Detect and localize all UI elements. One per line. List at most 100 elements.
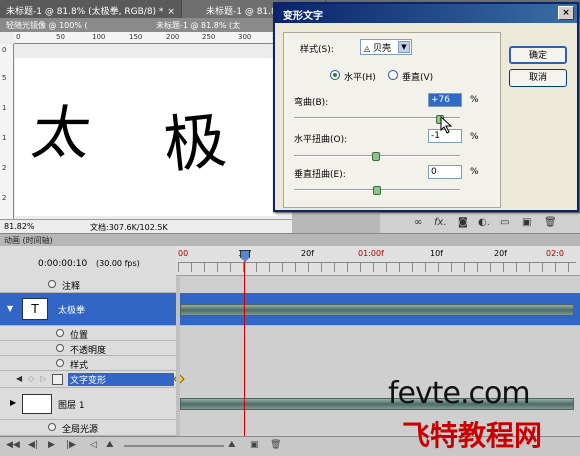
trash-icon[interactable]: 🗑 xyxy=(270,440,281,450)
style-select[interactable]: ◬ 贝壳 ▼ xyxy=(360,39,412,55)
row-label: 太极拳 xyxy=(58,306,86,316)
tab-active-document[interactable]: 未标题-1 @ 81.8% (太极拳, RGB/8) * × xyxy=(0,0,182,18)
style-label: 样式(S): xyxy=(300,45,334,55)
stopwatch-icon[interactable] xyxy=(48,423,56,431)
vertical-distortion-label: 垂直扭曲(E): xyxy=(294,170,346,180)
layer-row-comments[interactable]: 注释 xyxy=(0,277,176,293)
tick-label: 10f xyxy=(430,249,443,258)
timeline-ticks xyxy=(178,262,576,272)
next-keyframe-icon[interactable]: ▷ xyxy=(40,374,46,383)
frame-rate: (30.00 fps) xyxy=(96,259,140,268)
property-row-opacity[interactable]: 不透明度 xyxy=(0,341,176,356)
tick-label: 20f xyxy=(494,249,507,258)
bend-label: 弯曲(B): xyxy=(294,98,329,108)
add-keyframe-icon[interactable]: ◇ xyxy=(28,374,34,383)
horizontal-radio[interactable] xyxy=(330,70,340,80)
first-frame-icon[interactable]: ◀◀ xyxy=(6,440,20,450)
ruler-label: 150 xyxy=(129,33,143,41)
chevron-down-icon[interactable]: ▼ xyxy=(7,304,13,313)
link-icon[interactable]: ∞ xyxy=(414,217,422,228)
stopwatch-icon[interactable] xyxy=(56,344,64,352)
watermark-site: 飞特教程网 xyxy=(402,419,543,452)
tab-label: 未标题-1 @ 81.8% (太极拳, RGB/8) * xyxy=(6,7,164,17)
new-frame-icon[interactable]: ▣ xyxy=(250,440,259,450)
row-label: 文字变形 xyxy=(68,373,174,386)
cancel-button[interactable]: 取消 xyxy=(509,69,567,87)
row-label: 位置 xyxy=(70,331,89,341)
close-icon[interactable]: × xyxy=(167,7,175,17)
timeline-title: 动画 (时间轴) xyxy=(4,236,53,245)
layer-thumbnail xyxy=(22,394,52,414)
vertical-radio[interactable] xyxy=(388,70,398,80)
tab-label: 轻随光镜像 @ 100% ( xyxy=(6,21,88,30)
canvas-char-tai: 太 xyxy=(27,99,96,167)
vertical-distortion-input[interactable]: 0 xyxy=(428,165,462,179)
zoom-level[interactable]: 81.82% xyxy=(4,222,35,231)
ok-button[interactable]: 确定 xyxy=(509,46,567,64)
percent-label: % xyxy=(470,95,479,105)
stopwatch-icon[interactable] xyxy=(56,359,64,367)
row-label: 样式 xyxy=(70,361,89,371)
folder-icon[interactable]: ▭ xyxy=(500,217,509,228)
chevron-right-icon[interactable]: ▶ xyxy=(10,398,16,407)
timecode[interactable]: 0:00:00:10 xyxy=(38,259,87,269)
new-layer-icon[interactable]: ▣ xyxy=(522,217,531,228)
ruler-label: 2 xyxy=(2,164,7,172)
layers-icon-strip: ∞ fx. ◙ ◐. ▭ ▣ 🗑 xyxy=(380,212,580,234)
shell-icon: ◬ xyxy=(364,44,371,53)
adjustment-icon[interactable]: ◐. xyxy=(478,217,490,228)
ruler-label: 2 xyxy=(2,194,7,202)
play-icon[interactable]: ▶ xyxy=(48,440,55,450)
stopwatch-icon[interactable] xyxy=(52,374,63,385)
ruler-label: 250 xyxy=(202,33,216,41)
property-row-text-warp[interactable]: ◀ ◇ ▷ 文字变形 xyxy=(0,371,176,388)
ruler-label: 100 xyxy=(92,33,106,41)
zoom-out-icon[interactable]: ⛰ xyxy=(106,440,114,450)
warp-settings-group: 样式(S): ◬ 贝壳 ▼ 水平(H) 垂直(V) 弯曲(B): +76 % 水… xyxy=(283,32,501,208)
chevron-down-icon: ▼ xyxy=(398,41,410,53)
horizontal-ruler: 0 50 100 150 200 250 300 350 xyxy=(14,32,292,44)
audio-icon[interactable]: ◁ xyxy=(90,440,97,450)
horizontal-label: 水平(H) xyxy=(344,73,376,83)
text-layer-thumbnail-icon: T xyxy=(22,298,48,320)
property-row-position[interactable]: 位置 xyxy=(0,326,176,341)
stopwatch-icon[interactable] xyxy=(48,280,56,288)
ruler-label: 0 xyxy=(16,33,21,41)
hdist-slider-thumb[interactable] xyxy=(372,152,381,161)
zoom-slider[interactable] xyxy=(124,445,224,447)
trash-icon[interactable]: 🗑 xyxy=(544,217,557,228)
mask-icon[interactable]: ◙ xyxy=(458,217,468,228)
tick-label: 02:0 xyxy=(546,249,564,258)
row-label: 不透明度 xyxy=(70,346,107,356)
row-label: 图层 1 xyxy=(58,401,85,411)
row-label: 全局光源 xyxy=(62,425,99,435)
row-label: 注释 xyxy=(62,282,81,292)
row-global-light[interactable]: 全局光源 xyxy=(0,420,176,436)
ruler-label: 0 xyxy=(2,46,7,54)
dialog-title: 变形文字 xyxy=(283,11,323,22)
current-time-indicator xyxy=(244,262,245,436)
timeline-panel-header: 动画 (时间轴) xyxy=(0,233,580,246)
ruler-label: 1 xyxy=(2,104,7,112)
close-button[interactable]: × xyxy=(558,6,574,20)
ruler-label: 1 xyxy=(2,134,7,142)
prev-frame-icon[interactable]: ◀| xyxy=(28,440,38,450)
tab-document-4[interactable]: 未标题-1 @ 81.8% (太 xyxy=(150,18,246,32)
tick-label: 20f xyxy=(301,249,314,258)
horizontal-distortion-label: 水平扭曲(O): xyxy=(294,135,348,145)
tab-document-3[interactable]: 轻随光镜像 @ 100% ( xyxy=(0,18,94,32)
prev-keyframe-icon[interactable]: ◀ xyxy=(16,374,22,383)
layer-duration-bar[interactable] xyxy=(180,304,574,316)
stopwatch-icon[interactable] xyxy=(56,329,64,337)
fx-icon[interactable]: fx. xyxy=(434,217,447,228)
zoom-in-icon[interactable]: ⛰ xyxy=(228,440,236,450)
ruler-label: 300 xyxy=(238,33,252,41)
next-frame-icon[interactable]: |▶ xyxy=(66,440,76,450)
vdist-slider-thumb[interactable] xyxy=(373,186,381,195)
property-row-style[interactable]: 样式 xyxy=(0,356,176,371)
canvas[interactable]: 太 极 xyxy=(15,58,277,216)
layer-row-text[interactable]: ▼ T 太极拳 xyxy=(0,293,176,326)
bend-input[interactable]: +76 xyxy=(428,93,462,107)
layer-row-layer1[interactable]: ▶ 图层 1 xyxy=(0,388,176,420)
tab-label: 未标题-1 @ 81.8% (太 xyxy=(156,21,241,30)
